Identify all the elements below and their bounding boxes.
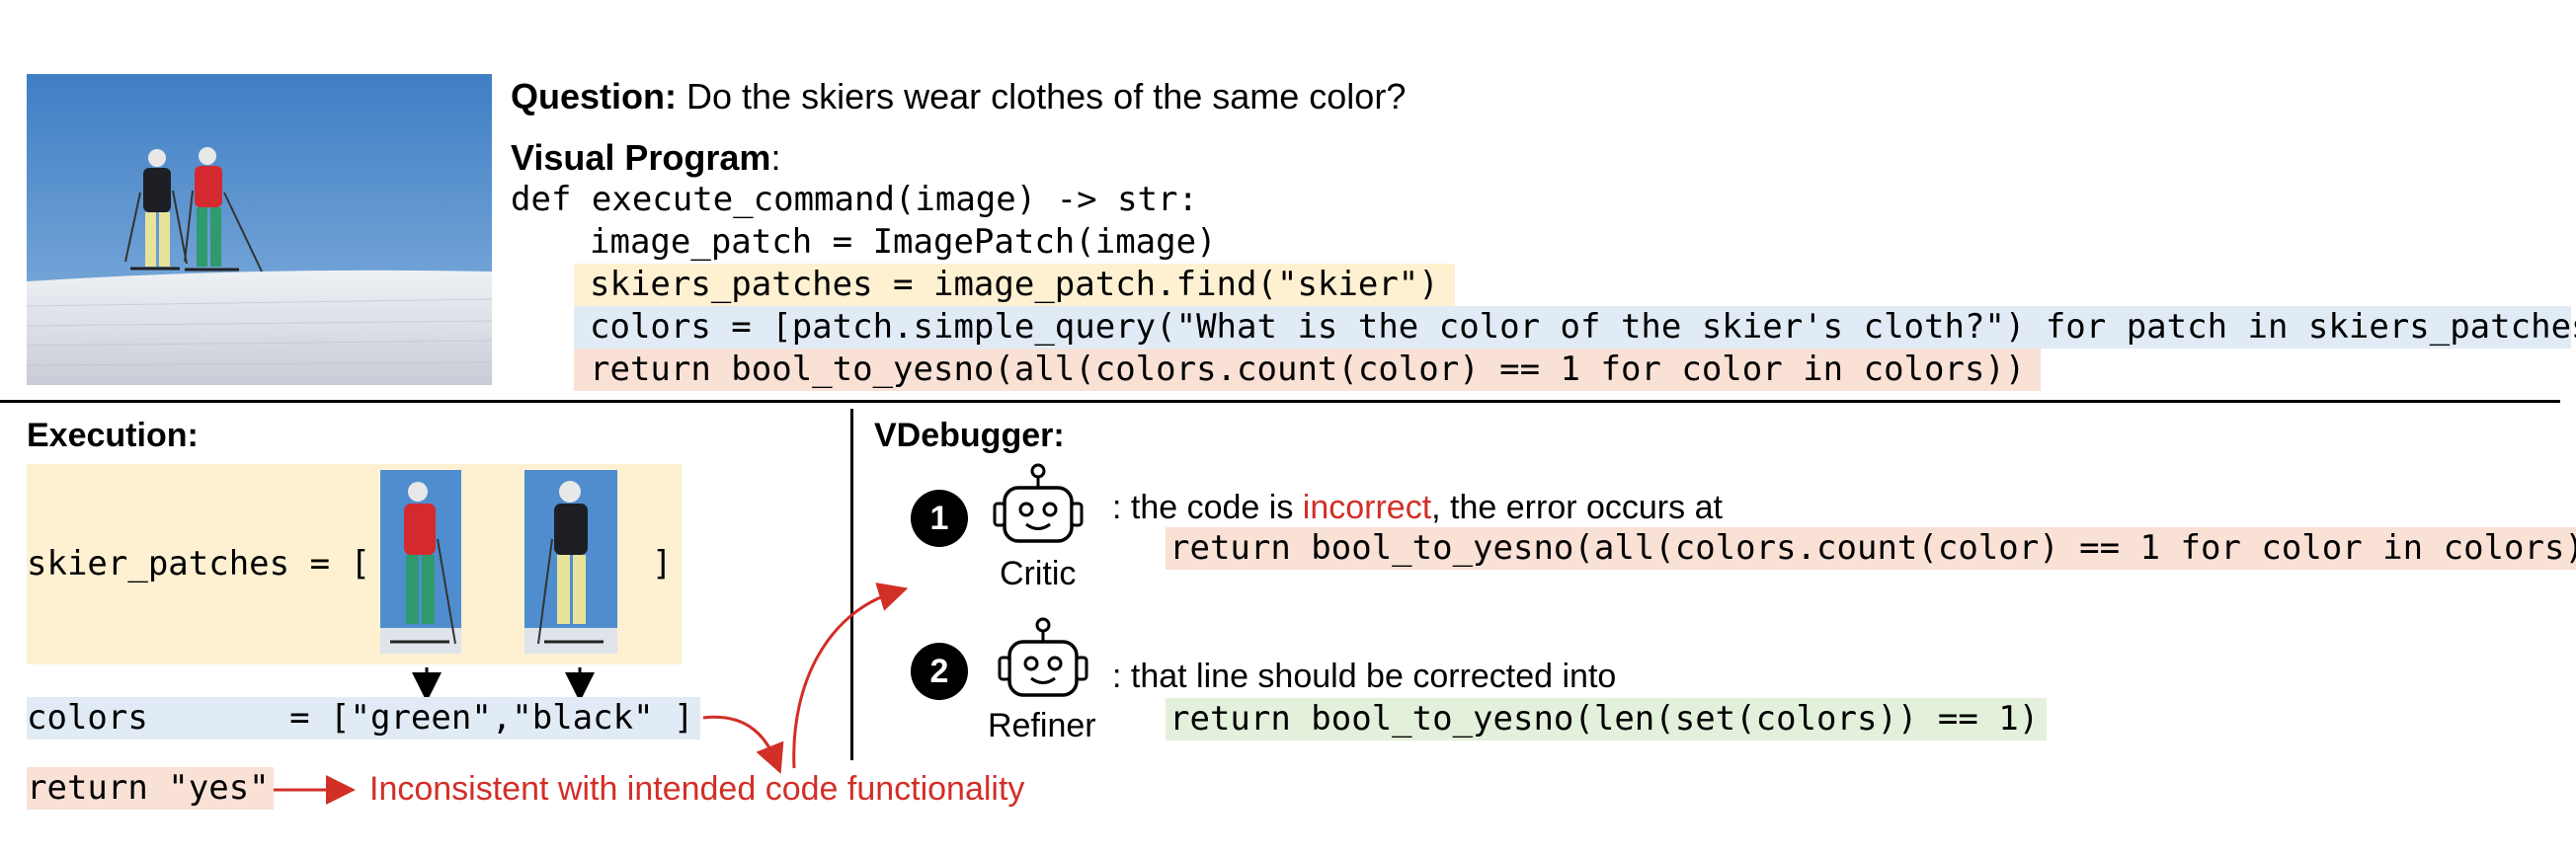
colors-result: colors = ["green","black" ] xyxy=(27,697,700,740)
refiner-message: : that line should be corrected into xyxy=(1112,658,1617,695)
step-2-badge: 2 xyxy=(911,643,968,700)
critic-message-pre: : the code is xyxy=(1112,489,1303,526)
incorrect-word: incorrect xyxy=(1302,489,1432,526)
red-arrow-inconsistent-to-critic xyxy=(792,583,909,769)
robot-critic-icon xyxy=(991,460,1086,560)
step-1-badge: 1 xyxy=(911,490,968,547)
critic-message-post: , the error occurs at xyxy=(1431,489,1723,526)
critic-error-line: return bool_to_yesno(all(colors.count(co… xyxy=(1166,527,2576,570)
vdebugger-header: VDebugger: xyxy=(874,417,1065,454)
robot-refiner-icon xyxy=(996,614,1090,714)
return-yes: return "yes" xyxy=(27,767,274,810)
red-arrow-colors-to-inconsistent xyxy=(702,715,784,774)
inconsistent-note: Inconsistent with intended code function… xyxy=(369,770,1025,808)
refiner-fixed-line: return bool_to_yesno(len(set(colors)) ==… xyxy=(1166,698,2048,740)
refiner-label: Refiner xyxy=(988,707,1096,744)
critic-message: : the code is incorrect, the error occur… xyxy=(1112,489,1723,527)
critic-label: Critic xyxy=(1000,555,1077,592)
